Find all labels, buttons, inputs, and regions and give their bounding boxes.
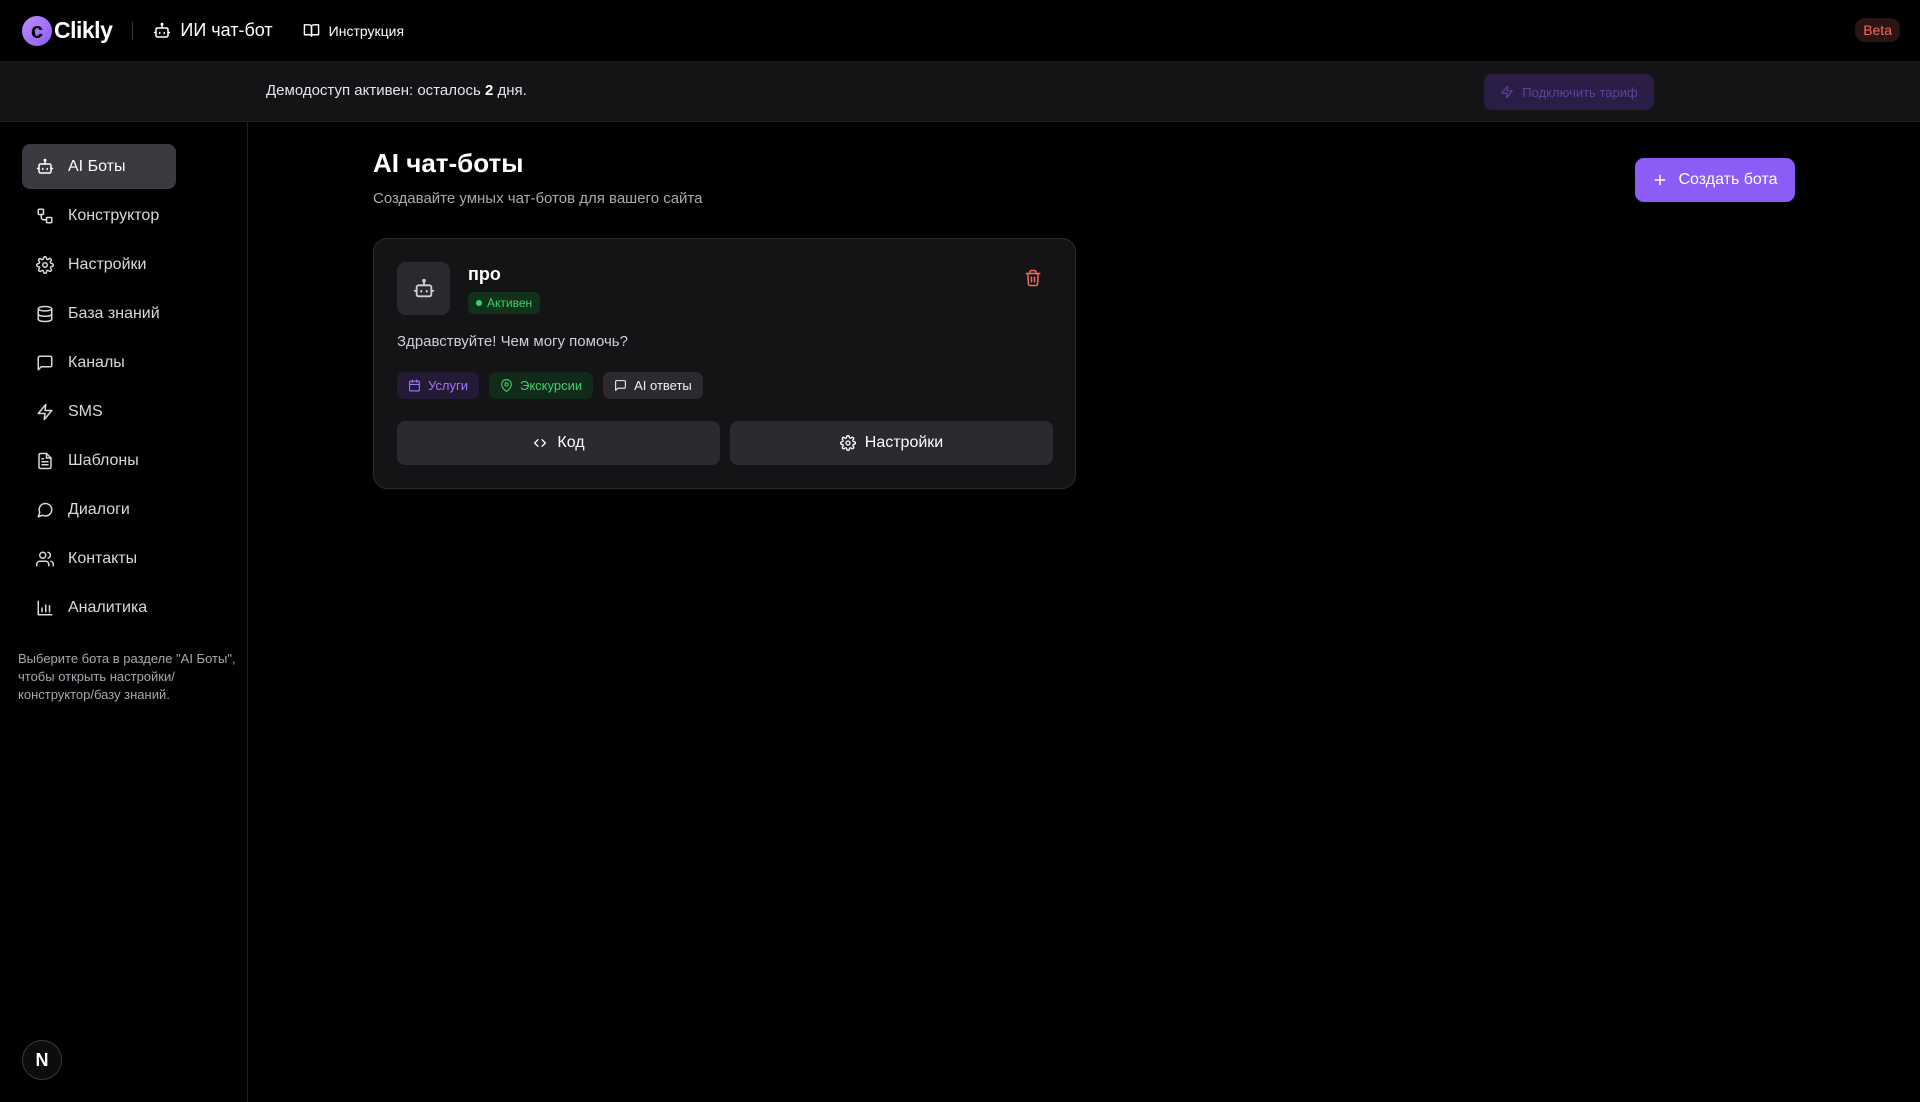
sidebar-item-settings[interactable]: Настройки <box>22 242 176 287</box>
status-badge: Активен <box>468 292 541 314</box>
status-label: Активен <box>487 296 533 310</box>
trash-icon <box>1024 269 1042 287</box>
bot-icon <box>36 158 54 176</box>
tag-services: Услуги <box>397 372 479 399</box>
status-dot-icon <box>476 300 482 306</box>
database-icon <box>36 305 54 323</box>
sidebar-item-label: База знаний <box>68 304 160 322</box>
code-button-label: Код <box>557 434 585 451</box>
map-pin-icon <box>500 379 513 392</box>
demo-text-after: дня. <box>493 82 527 99</box>
create-bot-button[interactable]: Создать бота <box>1635 158 1795 202</box>
top-header: c Clikly ИИ чат-бот Инструкция Beta <box>0 0 1920 62</box>
sidebar-item-dialogs[interactable]: Диалоги <box>22 487 176 532</box>
bot-greeting: Здравствуйте! Чем могу помочь? <box>397 333 628 350</box>
beta-badge: Beta <box>1855 18 1900 42</box>
delete-bot-button[interactable] <box>1024 269 1042 287</box>
message-square-icon <box>614 379 627 392</box>
gear-icon <box>839 435 856 451</box>
connect-tariff-button[interactable]: Подключить тариф <box>1484 74 1654 110</box>
sidebar-item-label: Аналитика <box>68 598 148 616</box>
sidebar-item-label: AI Боты <box>68 157 126 175</box>
bolt-icon <box>1500 85 1514 99</box>
message-square-icon <box>36 354 54 372</box>
sidebar-item-label: Настройки <box>68 255 147 273</box>
demo-status-text: Демодоступ активен: осталось 2 дня. <box>266 82 527 99</box>
file-text-icon <box>36 452 54 470</box>
code-icon <box>532 435 548 451</box>
bot-card[interactable]: про Активен Здравствуйте! Чем могу помоч… <box>373 238 1076 489</box>
sidebar-item-templates[interactable]: Шаблоны <box>22 438 176 483</box>
calendar-icon <box>408 379 421 392</box>
nav-instructions-label: Инструкция <box>328 22 405 39</box>
sidebar-item-knowledge-base[interactable]: База знаний <box>22 291 176 336</box>
bot-icon <box>413 278 435 300</box>
create-bot-label: Создать бота <box>1678 171 1778 188</box>
sidebar-item-contacts[interactable]: Контакты <box>22 536 176 581</box>
page-subtitle: Создавайте умных чат-ботов для вашего са… <box>373 190 703 207</box>
sidebar-item-sms[interactable]: SMS <box>22 389 176 434</box>
nav-instructions[interactable]: Инструкция <box>303 22 404 39</box>
tag-label: Экскурсии <box>519 378 583 393</box>
sidebar: AI Боты Конструктор Настройки База знани… <box>0 122 248 1102</box>
bot-name: про <box>468 264 501 284</box>
header-divider <box>132 21 134 40</box>
tag-label: Услуги <box>428 378 468 393</box>
bot-tags: Услуги Экскурсии AI ответы <box>397 372 703 399</box>
plus-icon <box>1652 172 1668 188</box>
bot-settings-label: Настройки <box>864 434 944 451</box>
book-icon <box>303 22 320 39</box>
sidebar-item-constructor[interactable]: Конструктор <box>22 193 176 238</box>
workflow-icon <box>36 207 54 225</box>
sidebar-item-analytics[interactable]: Аналитика <box>22 585 176 630</box>
sidebar-item-label: SMS <box>68 402 103 420</box>
logo[interactable]: c Clikly <box>22 15 113 46</box>
demo-banner: Демодоступ активен: осталось 2 дня. Подк… <box>0 62 1920 122</box>
users-icon <box>36 550 54 568</box>
logo-mark-icon: c <box>22 15 52 46</box>
sidebar-item-label: Конструктор <box>68 206 160 224</box>
sidebar-item-label: Контакты <box>68 549 138 567</box>
nav-ai-chatbot-label: ИИ чат-бот <box>180 20 273 40</box>
sidebar-item-label: Каналы <box>68 353 125 371</box>
demo-text-before: Демодоступ активен: осталось <box>266 82 485 99</box>
bot-icon <box>153 22 171 40</box>
gear-icon <box>36 255 54 274</box>
page-title: AI чат-боты <box>373 148 524 178</box>
sidebar-item-label: Диалоги <box>68 500 130 518</box>
bot-avatar <box>397 262 450 315</box>
logo-text: Clikly <box>54 17 113 43</box>
bar-chart-icon <box>36 599 54 617</box>
bolt-icon <box>36 403 54 421</box>
sidebar-hint: Выберите бота в разделе "AI Боты", чтобы… <box>18 651 236 702</box>
sidebar-item-ai-bots[interactable]: AI Боты <box>22 144 176 189</box>
bot-settings-button[interactable]: Настройки <box>730 421 1053 465</box>
sidebar-item-label: Шаблоны <box>68 451 139 469</box>
tag-label: AI ответы <box>634 378 692 393</box>
connect-tariff-label: Подключить тариф <box>1522 84 1638 100</box>
tag-ai-answers: AI ответы <box>603 372 703 399</box>
nav-ai-chatbot[interactable]: ИИ чат-бот <box>153 20 273 41</box>
tag-excursions: Экскурсии <box>488 372 594 399</box>
sidebar-item-channels[interactable]: Каналы <box>22 340 176 385</box>
avatar[interactable]: N <box>22 1040 62 1080</box>
code-button[interactable]: Код <box>397 421 720 465</box>
chat-bubble-icon <box>36 501 54 519</box>
